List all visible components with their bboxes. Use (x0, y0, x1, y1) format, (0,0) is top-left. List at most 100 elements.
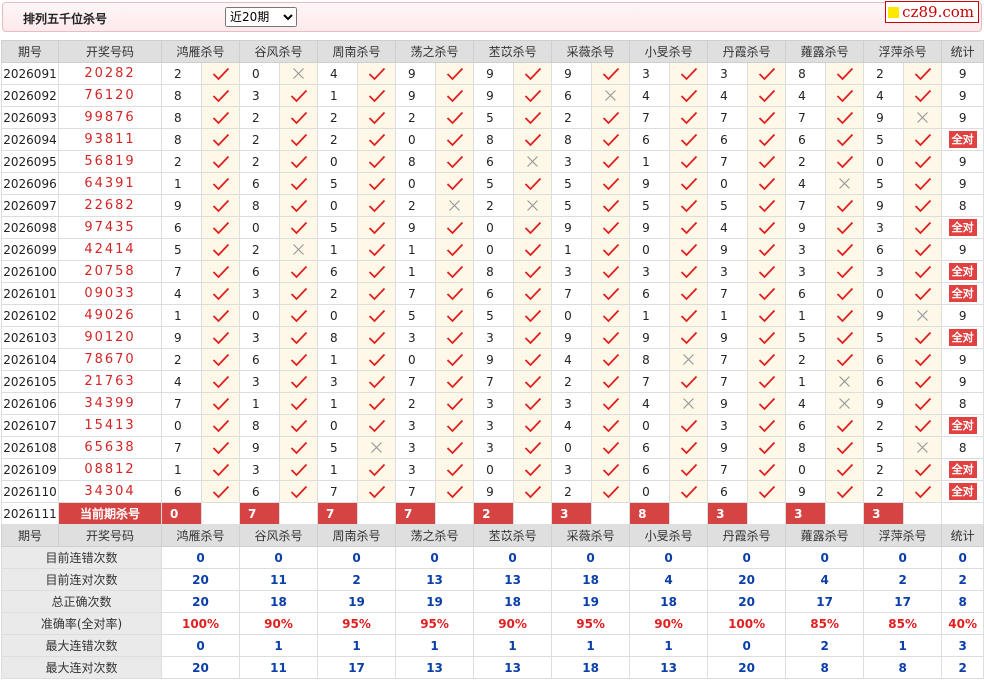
kill-value: 5 (785, 326, 827, 349)
check-icon (279, 348, 319, 371)
kill-value: 6 (629, 436, 671, 459)
stat-cell: 9 (941, 84, 984, 107)
col-header-number: 开奖号码 (58, 40, 162, 63)
col-header-expert: 蕹露杀号 (785, 40, 865, 63)
check-icon (435, 106, 475, 129)
check-icon (747, 260, 787, 283)
range-select[interactable]: 近20期 (225, 7, 297, 27)
cross-icon (825, 392, 865, 415)
kill-value: 2 (395, 194, 437, 217)
col-header-expert: 蕹露杀号 (785, 524, 865, 547)
all-correct-badge: 全对 (948, 131, 977, 148)
kill-value: 7 (707, 150, 749, 173)
stats-value: 85% (785, 612, 865, 635)
kill-value: 3 (863, 260, 905, 283)
stats-label: 目前连对次数 (1, 568, 162, 591)
check-icon (513, 304, 553, 327)
check-icon (747, 194, 787, 217)
kill-value: 7 (161, 436, 202, 459)
kill-value: 3 (395, 436, 437, 459)
check-icon (747, 84, 787, 107)
check-icon (903, 150, 943, 173)
stat-cell: 9 (941, 304, 984, 327)
check-icon (435, 84, 475, 107)
kill-value: 2 (785, 150, 827, 173)
kill-value: 5 (161, 238, 202, 261)
kill-value: 1 (551, 238, 593, 261)
check-icon (825, 304, 865, 327)
check-icon (513, 106, 553, 129)
stats-value: 90% (239, 612, 319, 635)
col-header-expert: 苤苡杀号 (473, 40, 553, 63)
issue-cell: 2026105 (1, 370, 59, 393)
col-header-expert: 丹霞杀号 (707, 524, 787, 547)
stats-row: 最大连错次数 0 1 1 1 1 1 1 0 2 1 3 (1, 634, 984, 657)
check-icon (669, 194, 709, 217)
stats-value: 0 (707, 634, 787, 657)
kill-value: 7 (629, 106, 671, 129)
kill-value: 0 (317, 194, 359, 217)
draw-number: 97435 (58, 216, 162, 239)
check-icon (591, 62, 631, 85)
cross-icon (513, 194, 553, 217)
check-icon (669, 458, 709, 481)
stats-value: 18 (551, 656, 631, 679)
table-row: 2026105 21763 4 3 3 7 7 2 7 7 1 6 9 (1, 370, 984, 393)
all-correct-badge: 全对 (948, 417, 977, 434)
check-icon (279, 84, 319, 107)
kill-value: 1 (785, 370, 827, 393)
kill-value: 5 (863, 128, 905, 151)
check-icon (513, 62, 553, 85)
stats-value: 1 (317, 634, 397, 657)
check-icon (669, 304, 709, 327)
check-icon (513, 326, 553, 349)
all-correct-badge: 全对 (948, 483, 977, 500)
kill-value: 8 (629, 348, 671, 371)
check-icon (747, 370, 787, 393)
check-icon (747, 216, 787, 239)
kill-value: 2 (395, 106, 437, 129)
draw-number: 64391 (58, 172, 162, 195)
stats-value: 17 (317, 656, 397, 679)
site-logo[interactable]: cz89.com (885, 1, 979, 23)
check-icon (747, 414, 787, 437)
kill-value: 0 (317, 414, 359, 437)
check-icon (669, 326, 709, 349)
table-row: 2026096 64391 1 6 5 0 5 5 9 0 4 5 9 (1, 172, 984, 195)
check-icon (591, 436, 631, 459)
check-icon (825, 216, 865, 239)
col-header-expert: 浮萍杀号 (863, 524, 943, 547)
kill-value: 0 (161, 414, 202, 437)
kill-value: 6 (707, 128, 749, 151)
kill-value: 6 (863, 238, 905, 261)
kill-value: 2 (551, 480, 593, 503)
issue-cell: 2026109 (1, 458, 59, 481)
check-icon (279, 392, 319, 415)
check-icon (903, 260, 943, 283)
current-issue: 2026111 (1, 502, 59, 525)
kill-value: 2 (161, 348, 202, 371)
issue-cell: 2026100 (1, 260, 59, 283)
stats-value: 1 (473, 634, 553, 657)
check-icon (200, 392, 241, 415)
col-header-expert: 小旻杀号 (629, 40, 709, 63)
check-icon (435, 62, 475, 85)
stats-value: 8 (785, 656, 865, 679)
stats-value: 1 (395, 634, 475, 657)
check-icon (200, 458, 241, 481)
stats-value: 2 (863, 568, 943, 591)
kill-value: 6 (317, 260, 359, 283)
kill-value: 0 (629, 480, 671, 503)
kill-value: 9 (473, 348, 515, 371)
check-icon (200, 326, 241, 349)
draw-number: 56819 (58, 150, 162, 173)
check-icon (279, 194, 319, 217)
kill-value: 6 (863, 348, 905, 371)
kill-value: 5 (863, 326, 905, 349)
kill-value: 8 (161, 128, 202, 151)
cross-icon (591, 84, 631, 107)
all-correct-badge: 全对 (948, 219, 977, 236)
check-icon (825, 150, 865, 173)
all-correct-badge: 全对 (948, 263, 977, 280)
stats-value: 0 (160, 634, 241, 657)
